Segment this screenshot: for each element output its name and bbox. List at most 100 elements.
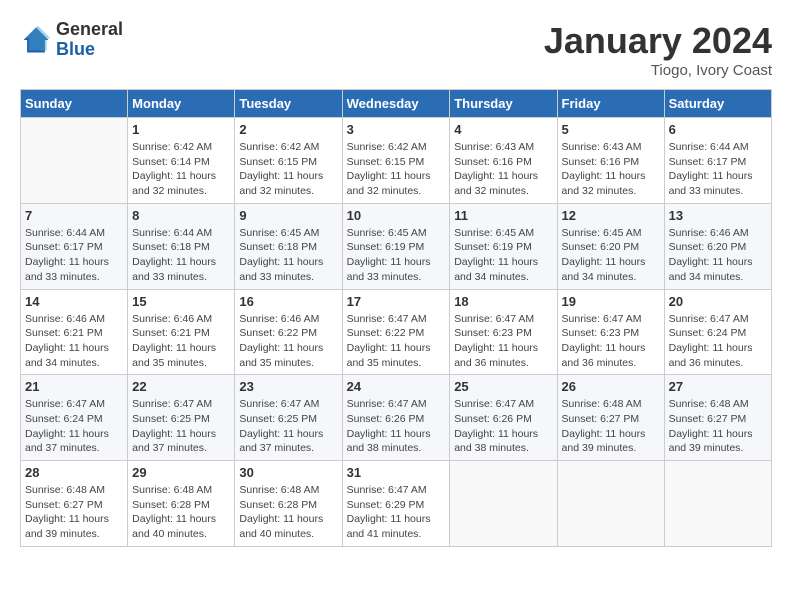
daylight: Daylight: 11 hours and 38 minutes.	[347, 428, 431, 455]
day-cell: 25 Sunrise: 6:47 AM Sunset: 6:26 PM Dayl…	[450, 375, 557, 461]
sunset: Sunset: 6:14 PM	[132, 156, 210, 168]
day-info: Sunrise: 6:48 AM Sunset: 6:27 PM Dayligh…	[562, 397, 660, 456]
day-info: Sunrise: 6:46 AM Sunset: 6:21 PM Dayligh…	[132, 312, 230, 371]
day-cell: 7 Sunrise: 6:44 AM Sunset: 6:17 PM Dayli…	[21, 203, 128, 289]
page-header: General Blue January 2024 Tiogo, Ivory C…	[20, 20, 772, 79]
day-number: 14	[25, 294, 123, 309]
day-cell: 18 Sunrise: 6:47 AM Sunset: 6:23 PM Dayl…	[450, 289, 557, 375]
daylight: Daylight: 11 hours and 35 minutes.	[347, 342, 431, 369]
day-cell: 11 Sunrise: 6:45 AM Sunset: 6:19 PM Dayl…	[450, 203, 557, 289]
sunset: Sunset: 6:17 PM	[25, 241, 103, 253]
logo-general: General	[56, 20, 123, 40]
sunset: Sunset: 6:27 PM	[669, 413, 747, 425]
day-number: 12	[562, 208, 660, 223]
sunset: Sunset: 6:16 PM	[562, 156, 640, 168]
day-info: Sunrise: 6:47 AM Sunset: 6:23 PM Dayligh…	[562, 312, 660, 371]
day-cell: 2 Sunrise: 6:42 AM Sunset: 6:15 PM Dayli…	[235, 118, 342, 204]
day-info: Sunrise: 6:47 AM Sunset: 6:29 PM Dayligh…	[347, 483, 446, 542]
sunset: Sunset: 6:19 PM	[454, 241, 532, 253]
sunset: Sunset: 6:24 PM	[669, 327, 747, 339]
daylight: Daylight: 11 hours and 40 minutes.	[132, 513, 216, 540]
sunrise: Sunrise: 6:47 AM	[454, 398, 534, 410]
sunset: Sunset: 6:26 PM	[347, 413, 425, 425]
sunset: Sunset: 6:24 PM	[25, 413, 103, 425]
day-number: 25	[454, 379, 552, 394]
day-number: 13	[669, 208, 767, 223]
sunrise: Sunrise: 6:48 AM	[562, 398, 642, 410]
header-day-friday: Friday	[557, 90, 664, 118]
sunset: Sunset: 6:19 PM	[347, 241, 425, 253]
day-cell: 17 Sunrise: 6:47 AM Sunset: 6:22 PM Dayl…	[342, 289, 450, 375]
daylight: Daylight: 11 hours and 37 minutes.	[25, 428, 109, 455]
calendar-body: 1 Sunrise: 6:42 AM Sunset: 6:14 PM Dayli…	[21, 118, 772, 547]
day-number: 30	[239, 465, 337, 480]
day-cell: 3 Sunrise: 6:42 AM Sunset: 6:15 PM Dayli…	[342, 118, 450, 204]
day-info: Sunrise: 6:44 AM Sunset: 6:17 PM Dayligh…	[669, 140, 767, 199]
daylight: Daylight: 11 hours and 37 minutes.	[132, 428, 216, 455]
day-info: Sunrise: 6:47 AM Sunset: 6:25 PM Dayligh…	[132, 397, 230, 456]
sunrise: Sunrise: 6:47 AM	[669, 313, 749, 325]
header-day-sunday: Sunday	[21, 90, 128, 118]
day-number: 29	[132, 465, 230, 480]
sunset: Sunset: 6:20 PM	[669, 241, 747, 253]
logo-blue: Blue	[56, 40, 123, 60]
day-cell	[557, 461, 664, 547]
day-number: 1	[132, 122, 230, 137]
daylight: Daylight: 11 hours and 34 minutes.	[25, 342, 109, 369]
sunrise: Sunrise: 6:47 AM	[347, 484, 427, 496]
week-row-5: 28 Sunrise: 6:48 AM Sunset: 6:27 PM Dayl…	[21, 461, 772, 547]
week-row-4: 21 Sunrise: 6:47 AM Sunset: 6:24 PM Dayl…	[21, 375, 772, 461]
sunrise: Sunrise: 6:48 AM	[239, 484, 319, 496]
header-day-saturday: Saturday	[664, 90, 771, 118]
daylight: Daylight: 11 hours and 32 minutes.	[562, 170, 646, 197]
header-day-monday: Monday	[128, 90, 235, 118]
week-row-3: 14 Sunrise: 6:46 AM Sunset: 6:21 PM Dayl…	[21, 289, 772, 375]
day-cell: 24 Sunrise: 6:47 AM Sunset: 6:26 PM Dayl…	[342, 375, 450, 461]
day-info: Sunrise: 6:48 AM Sunset: 6:27 PM Dayligh…	[669, 397, 767, 456]
sunrise: Sunrise: 6:45 AM	[347, 227, 427, 239]
sunset: Sunset: 6:27 PM	[25, 499, 103, 511]
calendar-table: SundayMondayTuesdayWednesdayThursdayFrid…	[20, 89, 772, 547]
sunset: Sunset: 6:21 PM	[132, 327, 210, 339]
sunrise: Sunrise: 6:47 AM	[454, 313, 534, 325]
day-cell: 6 Sunrise: 6:44 AM Sunset: 6:17 PM Dayli…	[664, 118, 771, 204]
day-cell: 10 Sunrise: 6:45 AM Sunset: 6:19 PM Dayl…	[342, 203, 450, 289]
sunset: Sunset: 6:29 PM	[347, 499, 425, 511]
day-cell: 20 Sunrise: 6:47 AM Sunset: 6:24 PM Dayl…	[664, 289, 771, 375]
sunset: Sunset: 6:21 PM	[25, 327, 103, 339]
daylight: Daylight: 11 hours and 32 minutes.	[239, 170, 323, 197]
daylight: Daylight: 11 hours and 34 minutes.	[454, 256, 538, 283]
day-info: Sunrise: 6:47 AM Sunset: 6:25 PM Dayligh…	[239, 397, 337, 456]
week-row-1: 1 Sunrise: 6:42 AM Sunset: 6:14 PM Dayli…	[21, 118, 772, 204]
sunrise: Sunrise: 6:43 AM	[454, 141, 534, 153]
daylight: Daylight: 11 hours and 39 minutes.	[25, 513, 109, 540]
day-number: 23	[239, 379, 337, 394]
daylight: Daylight: 11 hours and 36 minutes.	[454, 342, 538, 369]
daylight: Daylight: 11 hours and 32 minutes.	[454, 170, 538, 197]
day-info: Sunrise: 6:42 AM Sunset: 6:15 PM Dayligh…	[347, 140, 446, 199]
sunrise: Sunrise: 6:46 AM	[25, 313, 105, 325]
day-cell: 5 Sunrise: 6:43 AM Sunset: 6:16 PM Dayli…	[557, 118, 664, 204]
day-info: Sunrise: 6:47 AM Sunset: 6:26 PM Dayligh…	[347, 397, 446, 456]
sunrise: Sunrise: 6:44 AM	[669, 141, 749, 153]
sunrise: Sunrise: 6:46 AM	[239, 313, 319, 325]
day-info: Sunrise: 6:45 AM Sunset: 6:20 PM Dayligh…	[562, 226, 660, 285]
day-info: Sunrise: 6:43 AM Sunset: 6:16 PM Dayligh…	[454, 140, 552, 199]
day-cell: 29 Sunrise: 6:48 AM Sunset: 6:28 PM Dayl…	[128, 461, 235, 547]
day-info: Sunrise: 6:47 AM Sunset: 6:26 PM Dayligh…	[454, 397, 552, 456]
day-info: Sunrise: 6:48 AM Sunset: 6:28 PM Dayligh…	[239, 483, 337, 542]
day-cell: 4 Sunrise: 6:43 AM Sunset: 6:16 PM Dayli…	[450, 118, 557, 204]
sunset: Sunset: 6:25 PM	[239, 413, 317, 425]
sunset: Sunset: 6:28 PM	[132, 499, 210, 511]
day-cell: 12 Sunrise: 6:45 AM Sunset: 6:20 PM Dayl…	[557, 203, 664, 289]
day-number: 6	[669, 122, 767, 137]
day-info: Sunrise: 6:45 AM Sunset: 6:19 PM Dayligh…	[454, 226, 552, 285]
day-info: Sunrise: 6:43 AM Sunset: 6:16 PM Dayligh…	[562, 140, 660, 199]
daylight: Daylight: 11 hours and 40 minutes.	[239, 513, 323, 540]
sunrise: Sunrise: 6:44 AM	[25, 227, 105, 239]
day-info: Sunrise: 6:45 AM Sunset: 6:18 PM Dayligh…	[239, 226, 337, 285]
day-cell: 31 Sunrise: 6:47 AM Sunset: 6:29 PM Dayl…	[342, 461, 450, 547]
day-cell: 9 Sunrise: 6:45 AM Sunset: 6:18 PM Dayli…	[235, 203, 342, 289]
day-cell	[664, 461, 771, 547]
sunset: Sunset: 6:28 PM	[239, 499, 317, 511]
